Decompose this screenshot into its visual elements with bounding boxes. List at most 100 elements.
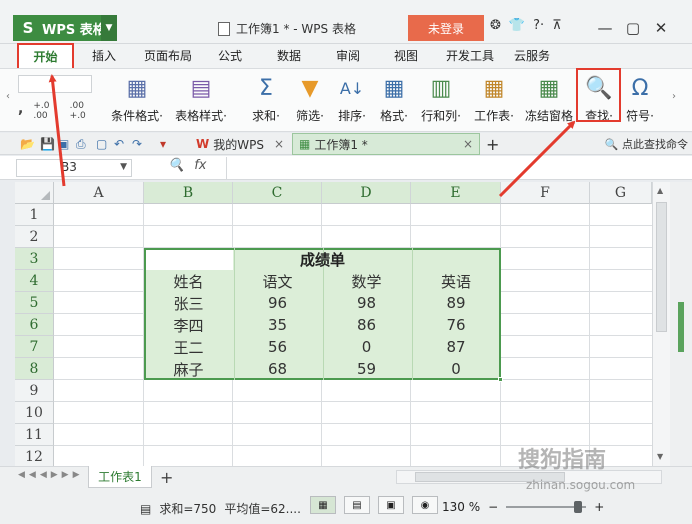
zoom-level[interactable]: 130 % xyxy=(442,500,480,514)
skin-icon[interactable]: ❂ xyxy=(490,18,501,33)
side-panel-toggle[interactable] xyxy=(678,302,684,352)
table-cell[interactable]: 李四 xyxy=(144,314,233,336)
sum-button[interactable]: Σ 求和· xyxy=(246,75,286,124)
customize-icon[interactable]: ▾ xyxy=(160,137,166,151)
scroll-thumb[interactable] xyxy=(656,202,667,332)
fx-button[interactable]: fx xyxy=(194,158,206,173)
table-cell[interactable]: 86 xyxy=(322,314,411,336)
row-header-6[interactable]: 6 xyxy=(15,314,54,336)
row-header-3[interactable]: 3 xyxy=(15,248,54,270)
row-header-1[interactable]: 1 xyxy=(15,204,54,226)
zoom-in-button[interactable]: + xyxy=(594,500,604,514)
print-icon[interactable]: ⎙ xyxy=(76,137,86,152)
add-sheet-button[interactable]: + xyxy=(160,468,173,487)
symbol-button[interactable]: Ω 符号· xyxy=(622,75,658,124)
table-cell[interactable]: 张三 xyxy=(144,292,233,314)
tab-cloud[interactable]: 云服务 xyxy=(514,47,550,64)
conditional-format-button[interactable]: ▦ 条件格式· xyxy=(105,75,169,124)
name-box[interactable]: B3 ▼ xyxy=(16,159,132,177)
column-header-a[interactable]: A xyxy=(54,182,144,204)
vertical-scrollbar[interactable]: ▲ ▼ xyxy=(652,182,670,466)
table-cell[interactable]: 59 xyxy=(322,358,411,380)
header-cell-english[interactable]: 英语 xyxy=(411,270,501,292)
app-menu-button[interactable]: S WPS 表格 ▼ xyxy=(13,15,117,41)
header-cell-name[interactable]: 姓名 xyxy=(144,270,233,292)
close-tab-icon[interactable]: × xyxy=(463,137,473,151)
redo-icon[interactable]: ↷ xyxy=(132,137,142,151)
print-preview-icon[interactable]: ▢ xyxy=(96,137,107,151)
tab-page-layout[interactable]: 页面布局 xyxy=(144,47,192,64)
help-button[interactable]: ?· xyxy=(533,18,544,33)
fill-handle[interactable] xyxy=(498,377,503,382)
zoom-slider-knob[interactable] xyxy=(574,501,583,513)
row-header-7[interactable]: 7 xyxy=(15,336,54,358)
column-header-b[interactable]: B xyxy=(144,182,233,204)
row-header-2[interactable]: 2 xyxy=(15,226,54,248)
chevron-down-icon[interactable]: ▼ xyxy=(120,162,127,172)
ribbon-scroll-right-icon[interactable]: › xyxy=(672,91,676,102)
open-icon[interactable]: 📂 xyxy=(20,137,35,151)
tab-insert[interactable]: 插入 xyxy=(92,47,116,64)
close-button[interactable]: ✕ xyxy=(648,14,674,42)
close-tab-icon[interactable]: × xyxy=(274,137,284,151)
export-pdf-icon[interactable]: ▣ xyxy=(58,137,69,151)
shirt-icon[interactable]: 👕 xyxy=(509,18,525,33)
rows-columns-button[interactable]: ▥ 行和列· xyxy=(418,75,464,124)
save-icon[interactable]: 💾 xyxy=(40,137,55,151)
command-search[interactable]: 🔍 点此查找命令 xyxy=(605,136,688,152)
scroll-down-icon[interactable]: ▼ xyxy=(657,452,663,461)
sort-button[interactable]: A↓ 排序· xyxy=(332,75,372,124)
zoom-out-button[interactable]: − xyxy=(488,500,498,514)
table-cell[interactable]: 35 xyxy=(233,314,322,336)
table-cell[interactable]: 0 xyxy=(411,358,501,380)
sheet-tab-active[interactable]: 工作表1 xyxy=(88,466,152,488)
table-style-button[interactable]: ▤ 表格样式· xyxy=(170,75,232,124)
row-header-12[interactable]: 12 xyxy=(15,446,54,466)
table-cell[interactable]: 89 xyxy=(411,292,501,314)
tab-home[interactable]: 开始 xyxy=(17,43,74,70)
thousands-separator-button[interactable]: , xyxy=(18,101,23,121)
worksheet-button[interactable]: ▦ 工作表· xyxy=(470,75,518,124)
table-cell[interactable]: 87 xyxy=(411,336,501,358)
collapse-ribbon-icon[interactable]: ⊼ xyxy=(552,18,562,33)
tab-view[interactable]: 视图 xyxy=(394,47,418,64)
header-cell-math[interactable]: 数学 xyxy=(322,270,411,292)
tab-my-wps[interactable]: W 我的WPS × xyxy=(196,133,284,155)
tab-formulas[interactable]: 公式 xyxy=(218,47,242,64)
table-cell[interactable]: 68 xyxy=(233,358,322,380)
row-header-8[interactable]: 8 xyxy=(15,358,54,380)
filter-button[interactable]: ▼ 筛选· xyxy=(290,75,330,124)
tab-developer[interactable]: 开发工具 xyxy=(446,47,494,64)
header-cell-chinese[interactable]: 语文 xyxy=(233,270,322,292)
freeze-panes-button[interactable]: ▦ 冻结窗格 xyxy=(524,75,574,124)
row-header-4[interactable]: 4 xyxy=(15,270,54,292)
increase-decimal-button[interactable]: +.0 .00 xyxy=(33,101,59,121)
column-header-d[interactable]: D xyxy=(322,182,411,204)
tab-review[interactable]: 审阅 xyxy=(336,47,360,64)
column-header-e[interactable]: E xyxy=(411,182,501,204)
zoom-formula-icon[interactable]: 🔍 xyxy=(168,158,184,173)
spreadsheet-grid[interactable]: A B C D E F G 1 2 3 4 5 6 7 8 9 10 11 12… xyxy=(15,182,652,466)
formula-input[interactable] xyxy=(226,157,690,179)
table-title-cell[interactable]: 成绩单 xyxy=(144,248,501,270)
row-header-5[interactable]: 5 xyxy=(15,292,54,314)
table-cell[interactable]: 麻子 xyxy=(144,358,233,380)
login-button[interactable]: 未登录 xyxy=(408,15,484,41)
decrease-decimal-button[interactable]: .00 +.0 xyxy=(70,101,96,121)
table-cell[interactable]: 96 xyxy=(233,292,322,314)
select-all-corner[interactable] xyxy=(15,182,54,204)
scroll-up-icon[interactable]: ▲ xyxy=(657,186,663,195)
table-cell[interactable]: 王二 xyxy=(144,336,233,358)
undo-icon[interactable]: ↶ xyxy=(114,137,124,151)
ribbon-scroll-left-icon[interactable]: ‹ xyxy=(6,91,10,102)
row-header-10[interactable]: 10 xyxy=(15,402,54,424)
sheet-nav-arrows[interactable]: ◀◀◀▶▶▶ xyxy=(18,470,84,480)
column-header-c[interactable]: C xyxy=(233,182,322,204)
page-layout-view-button[interactable]: ▤ xyxy=(344,496,370,514)
table-cell[interactable]: 98 xyxy=(322,292,411,314)
column-header-g[interactable]: G xyxy=(590,182,652,204)
new-tab-button[interactable]: + xyxy=(486,133,499,155)
column-header-f[interactable]: F xyxy=(501,182,590,204)
zoom-slider[interactable] xyxy=(506,501,587,513)
format-button[interactable]: ▦ 格式· xyxy=(374,75,414,124)
